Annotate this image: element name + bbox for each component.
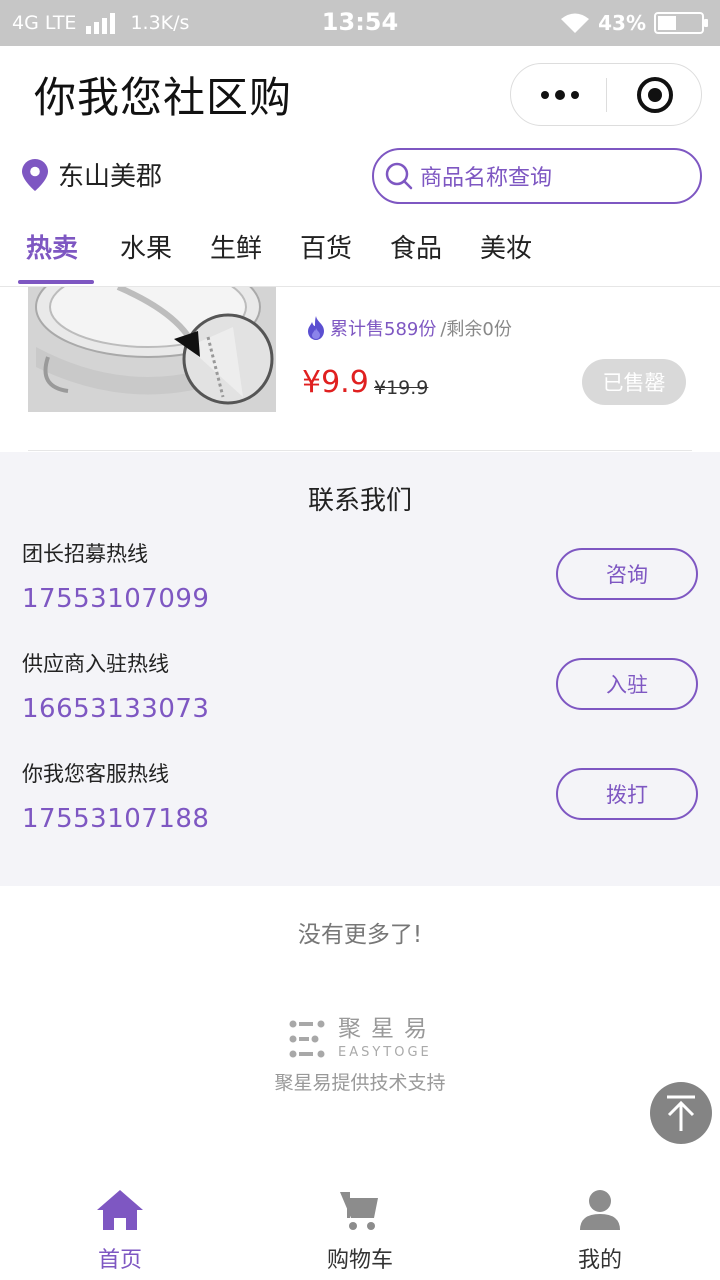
easytoge-logo-icon [289,1020,325,1058]
category-tabs: 热卖 水果 生鲜 百货 食品 美妆 [0,222,720,286]
nav-profile-label: 我的 [577,1248,622,1273]
contact-title: 联系我们 [307,486,412,516]
miniapp-capsule [510,63,702,126]
product-sales-info: 累计售589份 /剩余0份 [306,315,512,341]
battery-icon [654,12,708,34]
contact-phone[interactable]: 17553107188 [22,804,209,834]
back-to-top-button[interactable] [650,1082,712,1144]
fire-icon [308,316,324,340]
nav-cart-label: 购物车 [326,1248,393,1273]
search-icon [385,162,413,190]
dot-icon [555,89,565,100]
contact-label: 你我您客服热线 [22,762,169,786]
location-selector[interactable]: 东山美郡 [22,156,162,193]
tab-hot[interactable]: 热卖 [26,228,78,265]
search-input[interactable]: 商品名称查询 [372,148,702,204]
tab-fresh[interactable]: 生鲜 [210,228,262,265]
status-bar: 4G LTE 1.3K/s 13:54 43% [0,0,720,46]
brand-name-en: EASYTOGE [338,1045,432,1060]
call-button[interactable]: 拨打 [556,768,698,820]
sold-out-button[interactable]: 已售罄 [582,359,686,405]
brand-logo: 聚星易 EASYTOGE [288,1018,437,1060]
tab-food[interactable]: 食品 [390,228,442,265]
contact-label: 供应商入驻热线 [22,652,169,676]
contact-label: 团长招募热线 [22,542,148,566]
nav-cart[interactable]: 购物车 [240,1170,480,1280]
dot-icon [571,90,579,99]
sold-count: 累计售589份 [330,319,437,340]
tab-cosmetics[interactable]: 美妆 [480,228,532,265]
close-miniapp-button[interactable] [637,77,673,113]
cart-icon [340,1192,378,1230]
contact-phone[interactable]: 17553107099 [22,584,209,614]
bottom-navigation: 首页 购物车 我的 [0,1170,720,1280]
home-icon [97,1190,143,1230]
pot-illustration [28,287,276,412]
contact-phone[interactable]: 16653133073 [22,694,209,724]
brand-name: 聚星易 [338,1016,437,1042]
tech-support-text: 聚星易提供技术支持 [274,1072,446,1094]
contact-section: 联系我们 团长招募热线 17553107099 咨询 供应商入驻热线 16653… [0,452,720,886]
product-card[interactable]: 累计售589份 /剩余0份 ¥9.9 ¥19.9 已售罄 [0,287,720,452]
nav-home[interactable]: 首页 [0,1170,240,1280]
product-price: ¥9.9 [302,365,369,400]
dot-icon [541,90,549,99]
location-pin-icon [22,158,48,191]
battery-percent: 43% [598,11,646,35]
search-placeholder: 商品名称查询 [420,166,553,191]
more-menu-button[interactable] [533,64,587,125]
nav-profile[interactable]: 我的 [480,1170,720,1280]
product-image[interactable] [28,287,276,412]
tab-general[interactable]: 百货 [300,228,352,265]
user-icon [580,1190,620,1230]
remaining-count: /剩余0份 [440,319,512,340]
nav-home-label: 首页 [97,1248,142,1273]
page-title: 你我您社区购 [34,73,293,122]
join-button[interactable]: 入驻 [556,658,698,710]
wifi-icon [561,13,590,33]
consult-button[interactable]: 咨询 [556,548,698,600]
tab-active-indicator [18,280,94,284]
product-original-price: ¥19.9 [374,377,429,399]
capsule-divider [606,78,607,112]
no-more-text: 没有更多了! [297,922,423,948]
tab-fruit[interactable]: 水果 [120,228,172,265]
location-name: 东山美郡 [58,162,163,192]
arrow-up-icon [667,1095,695,1131]
divider [28,450,692,451]
